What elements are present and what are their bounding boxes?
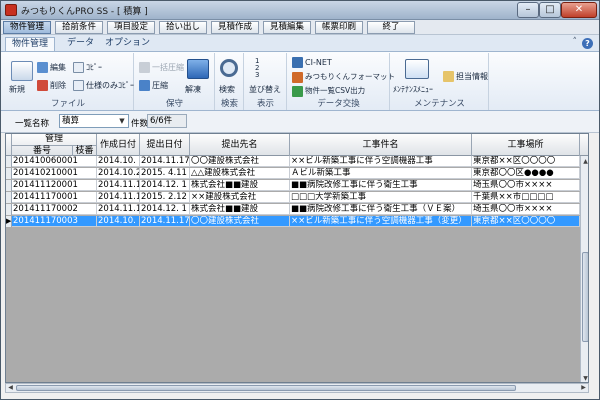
copy-button[interactable]: ｺﾋﾟｰ bbox=[73, 62, 102, 73]
minimize-button[interactable]: – bbox=[517, 2, 539, 18]
decompress-icon[interactable] bbox=[187, 59, 209, 79]
list-name-select[interactable]: 積算 ▼ bbox=[59, 114, 129, 128]
sort-icon[interactable]: 123 bbox=[255, 58, 275, 80]
chevron-up-icon[interactable]: ˄ bbox=[573, 37, 578, 47]
compress-icon bbox=[139, 62, 150, 73]
csv-icon bbox=[292, 85, 303, 97]
menu-bukken-kanri[interactable]: 物件管理 bbox=[3, 21, 51, 34]
group-label-search: 検索 bbox=[220, 99, 238, 109]
tab-bukken-kanri[interactable]: 物件管理 bbox=[5, 37, 56, 51]
scroll-up-icon[interactable]: ▲ bbox=[581, 157, 588, 166]
maintenance-menu-button[interactable]: ﾒﾝﾃﾅﾝｽﾒﾆｭｰ bbox=[393, 84, 433, 95]
col-edaban[interactable]: 枝番 bbox=[73, 145, 97, 156]
compress-icon bbox=[139, 80, 150, 91]
menu-mitsumori-sakusei[interactable]: 見積作成 bbox=[211, 21, 259, 34]
horizontal-scrollbar[interactable]: ◀ ▶ bbox=[5, 383, 589, 393]
main-menu-bar: 物件管理 拾前条件 項目設定 拾い出し 見積作成 見積編集 帳票印刷 終了 bbox=[1, 20, 599, 35]
table-row[interactable]: 201411170001 2014.11.17 2015. 2.12 ××建設株… bbox=[6, 192, 588, 203]
ribbon: 新規 編集 削除 ｺﾋﾟｰ 仕様のみｺﾋﾟｰ ファイル 一括圧縮 圧縮 解凍 保… bbox=[1, 51, 599, 111]
cinet-icon bbox=[292, 57, 303, 68]
contact-info-button[interactable]: 担当情報 bbox=[443, 71, 488, 82]
copy-icon bbox=[73, 62, 84, 73]
col-kenmei[interactable]: 工事件名 bbox=[290, 134, 472, 156]
edit-icon bbox=[37, 62, 48, 73]
app-icon bbox=[5, 4, 17, 16]
compress-button[interactable]: 圧縮 bbox=[139, 80, 168, 91]
group-label-file: ファイル bbox=[50, 99, 85, 109]
col-bango[interactable]: 番号 bbox=[12, 145, 73, 156]
table-row[interactable]: 201411120001 2014.11.12 2014.12. 1 株式会社■… bbox=[6, 180, 588, 191]
count-label: 件数 bbox=[131, 119, 149, 129]
tab-option[interactable]: オプション bbox=[99, 37, 156, 51]
format-button[interactable]: みつもりくんフォーマット bbox=[292, 71, 395, 83]
search-icon[interactable] bbox=[220, 59, 238, 77]
tab-data[interactable]: データ bbox=[61, 37, 100, 51]
bulk-compress-button[interactable]: 一括圧縮 bbox=[139, 62, 184, 73]
group-display: 123 並び替え 表示 bbox=[245, 53, 287, 110]
col-kanri[interactable]: 管理 bbox=[12, 134, 97, 145]
project-grid: 管理 番号 枝番 作成日付 提出日付 提出先名 工事件名 工事場所 201410… bbox=[5, 133, 589, 383]
chevron-down-icon[interactable]: ▼ bbox=[117, 116, 127, 126]
table-row[interactable]: 201410210001 2014.10.21 2015. 4.11 △△建設株… bbox=[6, 168, 588, 179]
scroll-left-icon[interactable]: ◀ bbox=[6, 384, 15, 392]
menu-shuuryou[interactable]: 終了 bbox=[367, 21, 415, 34]
close-button[interactable]: ✕ bbox=[561, 2, 597, 18]
spec-copy-button[interactable]: 仕様のみｺﾋﾟｰ bbox=[73, 80, 134, 91]
app-window: みつもりくんPRO SS - [ 積算 ] – □ ✕ 物件管理 拾前条件 項目… bbox=[0, 0, 600, 400]
copy-icon bbox=[73, 80, 84, 91]
edit-button[interactable]: 編集 bbox=[37, 62, 66, 73]
vertical-scroll-thumb[interactable] bbox=[582, 252, 588, 342]
cinet-button[interactable]: CI-NET bbox=[292, 57, 332, 68]
col-basho[interactable]: 工事場所 bbox=[472, 134, 580, 156]
group-exchange: CI-NET みつもりくんフォーマット 物件一覧CSV出力 データ交換 bbox=[288, 53, 395, 110]
ribbon-tab-bar: 物件管理 データ オプション ˄ ? bbox=[1, 35, 599, 51]
menu-hiroidashi[interactable]: 拾い出し bbox=[159, 21, 207, 34]
title-bar: みつもりくんPRO SS - [ 積算 ] – □ ✕ bbox=[1, 1, 599, 20]
grid-header: 管理 番号 枝番 作成日付 提出日付 提出先名 工事件名 工事場所 bbox=[6, 134, 588, 156]
table-row[interactable]: 201411170002 2014.11.12 2014.12. 1 株式会社■… bbox=[6, 204, 588, 215]
col-sakusei[interactable]: 作成日付 bbox=[97, 134, 140, 156]
horizontal-scroll-thumb[interactable] bbox=[16, 385, 516, 391]
decompress-button[interactable]: 解凍 bbox=[185, 84, 201, 95]
col-teishutsusaki[interactable]: 提出先名 bbox=[190, 134, 290, 156]
new-button[interactable]: 新規 bbox=[9, 84, 25, 95]
filter-bar: 一覧名称 積算 ▼ 件数 6/6件 bbox=[1, 111, 599, 133]
group-label-hoshu: 保守 bbox=[165, 99, 183, 109]
col-teishutsu[interactable]: 提出日付 bbox=[140, 134, 190, 156]
group-hoshu: 一括圧縮 圧縮 解凍 保守 bbox=[135, 53, 215, 110]
scroll-right-icon[interactable]: ▶ bbox=[579, 384, 588, 392]
menu-koumoku-settei[interactable]: 項目設定 bbox=[107, 21, 155, 34]
menu-mitsumori-henshuu[interactable]: 見積編集 bbox=[263, 21, 311, 34]
grid-empty-area bbox=[6, 228, 580, 382]
group-search: 検索 検索 bbox=[216, 53, 244, 110]
group-maintenance: ﾒﾝﾃﾅﾝｽﾒﾆｭｰ 担当情報 メンテナンス bbox=[391, 53, 489, 110]
delete-icon bbox=[37, 80, 48, 91]
group-label-display: 表示 bbox=[256, 99, 274, 109]
list-name-label: 一覧名称 bbox=[15, 119, 50, 129]
new-document-icon[interactable] bbox=[11, 61, 33, 81]
group-label-exchange: データ交換 bbox=[317, 99, 360, 109]
group-label-maintenance: メンテナンス bbox=[414, 99, 465, 109]
delete-button[interactable]: 削除 bbox=[37, 80, 66, 91]
table-row[interactable]: 201410060001 2014.10. 6 2014.11.17 〇〇建設株… bbox=[6, 156, 588, 167]
csv-export-button[interactable]: 物件一覧CSV出力 bbox=[292, 85, 365, 97]
search-button[interactable]: 検索 bbox=[219, 84, 235, 95]
group-file: 新規 編集 削除 ｺﾋﾟｰ 仕様のみｺﾋﾟｰ ファイル bbox=[3, 53, 134, 110]
count-value: 6/6件 bbox=[147, 114, 187, 128]
sort-button[interactable]: 並び替え bbox=[249, 84, 281, 95]
table-row-selected[interactable]: ▶ 201411170003 2014.10. 6 2014.11.17 〇〇建… bbox=[6, 216, 588, 227]
menu-chouhyou-insatsu[interactable]: 帳票印刷 bbox=[315, 21, 363, 34]
help-icon[interactable]: ? bbox=[582, 38, 593, 49]
scroll-down-icon[interactable]: ▼ bbox=[581, 374, 588, 382]
format-icon bbox=[292, 71, 303, 83]
maximize-button[interactable]: □ bbox=[539, 2, 561, 18]
window-title: みつもりくんPRO SS - [ 積算 ] bbox=[21, 7, 148, 17]
contact-icon bbox=[443, 71, 454, 82]
menu-shuuzen-jouken[interactable]: 拾前条件 bbox=[55, 21, 103, 34]
monitor-icon[interactable] bbox=[405, 59, 429, 79]
vertical-scrollbar[interactable]: ▲ ▼ bbox=[580, 156, 588, 382]
